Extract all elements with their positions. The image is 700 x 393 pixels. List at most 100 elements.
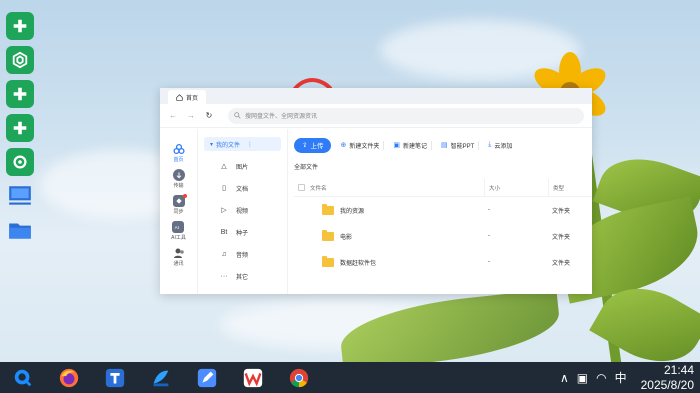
file-type: 文件夹 — [552, 208, 571, 215]
rail-label: AI工具 — [171, 235, 186, 241]
refresh-icon[interactable] — [6, 148, 34, 176]
file-name: 我的资源 — [340, 208, 365, 215]
sidebar-item-label: 图片 — [236, 164, 249, 171]
column-name-header[interactable]: 文件名 — [308, 184, 484, 192]
sidebar-item-images[interactable]: △ 图片 — [198, 155, 287, 177]
add-icon[interactable] — [6, 80, 34, 108]
toolbar: ⇪ 上传 ⊕ 新建文件夹 ▣ 新建笔记 ▤ 智能PPT ⤓ 云添加 — [294, 137, 592, 153]
new-note-button[interactable]: ▣ 新建笔记 — [389, 140, 432, 150]
torrent-icon: Bt — [220, 228, 228, 236]
tab-home[interactable]: 首页 — [168, 90, 207, 104]
file-name: 电影 — [340, 234, 353, 241]
file-size: - — [488, 233, 490, 239]
sidebar-item-audio[interactable]: ♫ 音频 — [198, 243, 287, 265]
chevron-up-icon[interactable]: ∧ — [560, 371, 569, 385]
back-arrow-icon[interactable]: ← — [168, 111, 178, 120]
sidebar-item-label: 文档 — [236, 186, 249, 193]
smart-ppt-label: 智能PPT — [450, 143, 475, 150]
table-row[interactable]: 我的资源 - 文件夹 — [294, 197, 592, 223]
home-icon — [176, 93, 183, 101]
sidebar-item-torrents[interactable]: Bt 种子 — [198, 221, 287, 243]
new-folder-button[interactable]: ⊕ 新建文件夹 — [336, 140, 385, 150]
table-row[interactable]: 电影 - 文件夹 — [294, 223, 592, 249]
ime-indicator[interactable]: 中 — [615, 369, 627, 386]
rail-item-transfer[interactable]: 传输 — [172, 169, 185, 189]
file-category-sidebar: ▾ 我的文件 ⋮ △ 图片 ▯ 文档 ▷ 视频 Bt 种子 ♫ 音频 ··· 其… — [198, 129, 288, 294]
rail-label: 传输 — [173, 183, 184, 189]
file-type: 文件夹 — [552, 234, 571, 241]
breadcrumb[interactable]: 全部文件 — [294, 162, 592, 171]
document-icon: ▯ — [222, 185, 226, 192]
select-all-checkbox[interactable] — [297, 184, 305, 191]
wifi-icon[interactable]: ◠ — [596, 371, 606, 385]
nav-rail: 首页 传输 同步 AI AI工具 通讯 — [160, 129, 198, 294]
upload-icon: ⇪ — [302, 142, 308, 149]
sidebar-item-videos[interactable]: ▷ 视频 — [198, 199, 287, 221]
add-icon[interactable] — [6, 114, 34, 142]
plus-icon: ⊕ — [340, 142, 347, 149]
column-type-header[interactable]: 类型 — [548, 179, 592, 196]
firefox-icon[interactable] — [56, 365, 82, 391]
rail-item-home[interactable]: 首页 — [172, 143, 185, 163]
rail-label: 同步 — [173, 209, 184, 215]
search-icon — [234, 112, 241, 119]
wps-icon[interactable] — [240, 365, 266, 391]
sidebar-item-label: 种子 — [236, 230, 249, 237]
my-files-label: 我的文件 — [216, 142, 241, 149]
rail-item-contacts[interactable]: 通讯 — [173, 247, 185, 267]
sidebar-item-label: 其它 — [236, 274, 249, 281]
file-size: - — [488, 207, 490, 213]
app-tray-icon[interactable]: ▣ — [577, 371, 588, 385]
cloud-add-label: 云添加 — [494, 143, 513, 150]
sidebar-item-my-files[interactable]: ▾ 我的文件 ⋮ — [204, 137, 281, 151]
folder-icon[interactable] — [6, 216, 34, 244]
rail-label: 首页 — [173, 157, 184, 163]
address-bar: ← → ↻ 搜网盘文件、全网资源资讯 — [160, 104, 592, 128]
note-icon: ▣ — [393, 142, 400, 149]
file-name: 数据赶软件包 — [340, 260, 377, 267]
audio-icon: ♫ — [221, 250, 227, 258]
search-app-icon[interactable] — [10, 365, 36, 391]
sidebar-item-label: 视频 — [236, 208, 249, 215]
new-note-label: 新建笔记 — [402, 143, 427, 150]
folder-icon — [322, 255, 334, 267]
clock[interactable]: 21:44 2025/8/20 — [641, 363, 694, 393]
ai-icon: AI — [172, 221, 185, 233]
upload-label: 上传 — [310, 143, 324, 150]
system-tray: ∧ ▣ ◠ 中 21:44 2025/8/20 — [560, 362, 700, 393]
app-icon[interactable] — [102, 365, 128, 391]
smart-ppt-button[interactable]: ▤ 智能PPT — [437, 140, 480, 150]
search-input[interactable]: 搜网盘文件、全网资源资讯 — [228, 107, 584, 124]
sidebar-item-documents[interactable]: ▯ 文档 — [198, 177, 287, 199]
cloud-icon — [172, 143, 185, 155]
rail-item-sync[interactable]: 同步 — [172, 194, 187, 215]
computer-icon[interactable] — [6, 182, 34, 210]
date: 2025/8/20 — [640, 377, 694, 392]
tab-home-label: 首页 — [186, 95, 199, 102]
upload-button[interactable]: ⇪ 上传 — [294, 137, 332, 153]
rail-item-ai-tools[interactable]: AI AI工具 — [171, 221, 186, 241]
file-type: 文件夹 — [552, 260, 571, 267]
box-icon[interactable] — [6, 46, 34, 74]
download-icon: ⤓ — [488, 141, 492, 148]
file-size: - — [488, 259, 490, 265]
forward-arrow-icon[interactable]: → — [186, 111, 196, 120]
video-icon: ▷ — [221, 207, 227, 214]
chevron-down-icon: ▾ — [210, 141, 214, 148]
refresh-icon[interactable]: ↻ — [204, 111, 214, 120]
chrome-icon[interactable] — [286, 365, 312, 391]
cloud-drive-window: 首页 ← → ↻ 搜网盘文件、全网资源资讯 首页 传输 同步 AI AI工具 通… — [160, 88, 592, 294]
pen-icon[interactable] — [194, 365, 220, 391]
rail-label: 通讯 — [173, 261, 184, 267]
taskbar: ∧ ▣ ◠ 中 21:44 2025/8/20 — [0, 362, 700, 393]
add-icon[interactable] — [6, 12, 34, 40]
time: 21:44 — [663, 362, 694, 377]
app-icon[interactable] — [148, 365, 174, 391]
column-size-header[interactable]: 大小 — [484, 179, 548, 196]
more-icon[interactable]: ⋮ — [247, 141, 253, 148]
cloud-add-button[interactable]: ⤓ 云添加 — [484, 141, 516, 150]
sidebar-item-other[interactable]: ··· 其它 — [198, 265, 287, 287]
svg-text:AI: AI — [175, 225, 179, 230]
table-row[interactable]: 数据赶软件包 - 文件夹 — [294, 249, 592, 275]
file-list-panel: ⇪ 上传 ⊕ 新建文件夹 ▣ 新建笔记 ▤ 智能PPT ⤓ 云添加 全部文件 文… — [288, 129, 592, 294]
